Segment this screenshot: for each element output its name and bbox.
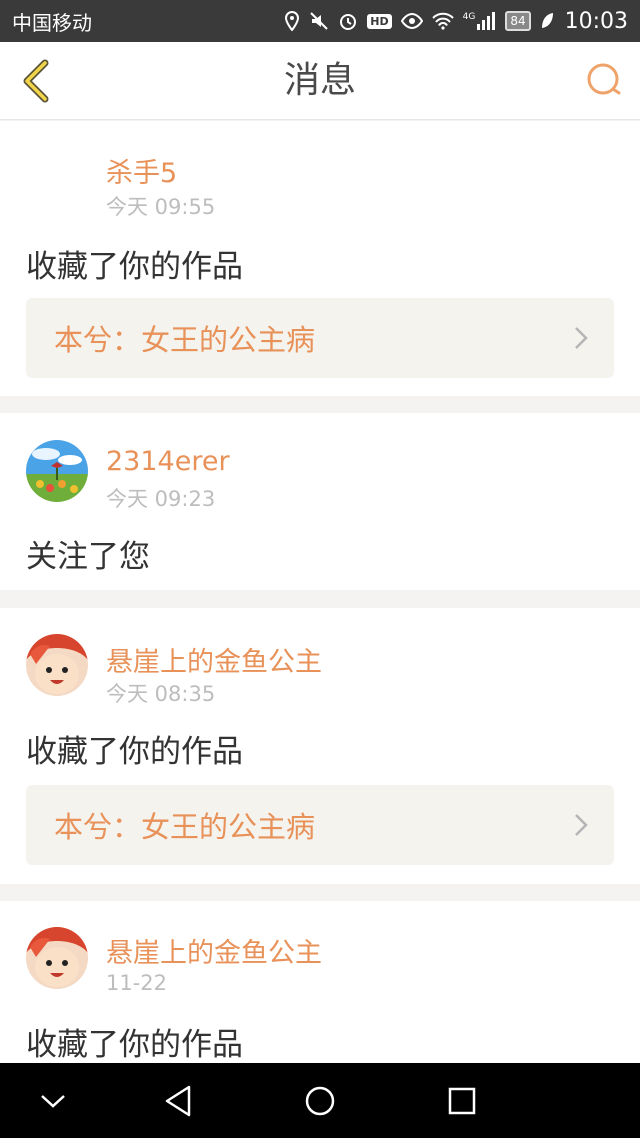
status-bar: 中国移动 HD 4G 84 10:03 <box>0 0 640 42</box>
chevron-right-icon <box>575 814 588 836</box>
work-link[interactable]: 本兮：女王的公主病 <box>26 298 614 378</box>
ponyo-avatar-icon <box>26 634 88 696</box>
timestamp: 11-22 <box>106 971 168 995</box>
username[interactable]: 悬崖上的金鱼公主 <box>106 640 322 679</box>
navigation-bar <box>0 1063 640 1138</box>
signal-icon: 4G <box>463 12 497 30</box>
leaf-icon <box>540 12 554 30</box>
timestamp: 今天 09:23 <box>106 487 216 511</box>
message-card[interactable]: 悬崖上的金鱼公主 今天 08:35 收藏了你的作品 本兮：女王的公主病 <box>0 608 640 884</box>
recents-nav-button[interactable] <box>442 1081 482 1121</box>
carrier-label: 中国移动 <box>12 10 92 35</box>
location-icon <box>284 11 300 31</box>
chevron-down-icon <box>41 1095 65 1108</box>
username[interactable]: 悬崖上的金鱼公主 <box>106 931 322 970</box>
message-card[interactable]: 杀手5 今天 09:55 收藏了你的作品 本兮：女王的公主病 <box>0 121 640 396</box>
header: 消息 <box>0 42 640 120</box>
message-card[interactable]: 悬崖上的金鱼公主 11-22 收藏了你的作品 <box>0 901 640 1063</box>
home-nav-button[interactable] <box>300 1081 340 1121</box>
avatar[interactable] <box>26 440 88 502</box>
back-nav-button[interactable] <box>158 1081 198 1121</box>
action-text: 关注了您 <box>26 539 150 575</box>
work-title: 本兮：女王的公主病 <box>54 323 316 357</box>
work-title: 本兮：女王的公主病 <box>54 810 316 844</box>
avatar[interactable] <box>26 927 88 989</box>
hide-nav-button[interactable] <box>33 1081 73 1121</box>
username[interactable]: 杀手5 <box>106 151 177 190</box>
work-link[interactable]: 本兮：女王的公主病 <box>26 785 614 865</box>
triangle-back-icon <box>165 1085 191 1117</box>
message-card[interactable]: 2314erer 今天 09:23 关注了您 <box>0 413 640 590</box>
search-button[interactable] <box>584 60 624 100</box>
timestamp: 今天 08:35 <box>106 682 216 706</box>
mute-icon <box>309 11 329 31</box>
status-icons: HD 4G 84 10:03 <box>284 9 628 34</box>
network-label: 4G <box>462 12 476 22</box>
recents-square-icon <box>448 1087 476 1115</box>
alarm-icon <box>338 11 358 31</box>
home-circle-icon <box>305 1086 335 1116</box>
wifi-icon <box>431 12 454 30</box>
avatar[interactable] <box>26 634 88 696</box>
eye-icon <box>400 13 423 29</box>
action-text: 收藏了你的作品 <box>26 734 243 770</box>
landscape-avatar-icon <box>26 440 88 502</box>
username[interactable]: 2314erer <box>106 446 230 477</box>
page-title: 消息 <box>283 60 356 101</box>
action-text: 收藏了你的作品 <box>26 249 243 285</box>
battery-icon: 84 <box>505 11 531 31</box>
action-text: 收藏了你的作品 <box>26 1027 243 1063</box>
ponyo-avatar-icon <box>26 927 88 989</box>
search-icon <box>587 63 621 95</box>
clock: 10:03 <box>564 8 628 34</box>
message-list[interactable]: 杀手5 今天 09:55 收藏了你的作品 本兮：女王的公主病 2314erer <box>0 121 640 1063</box>
timestamp: 今天 09:55 <box>106 195 216 219</box>
chevron-right-icon <box>575 327 588 349</box>
hd-icon: HD <box>367 13 392 29</box>
